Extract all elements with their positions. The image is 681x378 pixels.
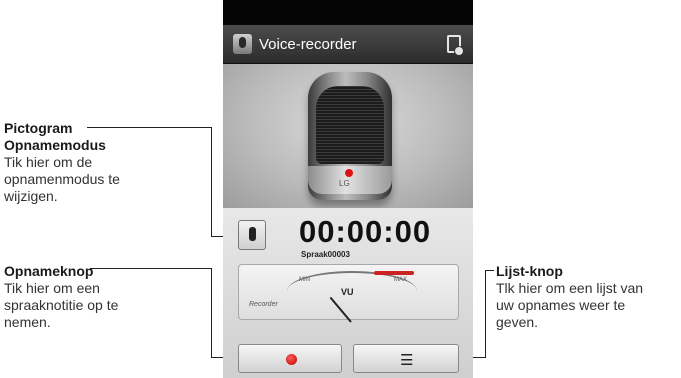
recording-filename: Spraak00003: [301, 250, 350, 259]
annotation-mode-title-line1: Pictogram: [4, 120, 73, 136]
annotation-mode-icon: Pictogram Opnamemodus Tik hier om de opn…: [4, 120, 120, 205]
vu-label: VU: [341, 287, 354, 297]
annotation-mode-desc-line1: Tik hier om de: [4, 154, 93, 170]
microphone-band: LG: [308, 166, 392, 194]
title-bar: Voice-recorder: [223, 25, 473, 64]
list-button[interactable]: ☰: [353, 344, 459, 373]
annotation-record-desc-line2: spraaknotitie op te: [4, 297, 119, 313]
annotation-mode-desc-line3: wijzigen.: [4, 188, 58, 204]
vu-red-zone: [374, 271, 414, 275]
vu-meter: MIN MAX VU Recorder: [238, 264, 459, 323]
recording-mode-button[interactable]: [238, 220, 266, 250]
leader-line-record: [90, 268, 211, 269]
voice-recorder-app-icon: [233, 34, 252, 54]
annotation-list-desc-line1: Tlk hier om een lijst van: [496, 280, 644, 296]
annotation-list-button: Lijst-knop Tlk hier om een lijst van uw …: [496, 263, 643, 331]
recording-timer: 00:00:00: [299, 214, 432, 249]
phone-screen: Voice-recorder LG 00:00:00 Spraak00003 M…: [223, 0, 473, 378]
leader-line-list-vertical: [485, 270, 486, 358]
annotation-list-title: Lijst-knop: [496, 263, 563, 279]
annotation-list-desc-line2: uw opnames weer te: [496, 297, 626, 313]
recordings-list-icon[interactable]: [447, 35, 464, 56]
record-dot-icon: [286, 354, 297, 365]
annotation-list-desc-line3: geven.: [496, 314, 539, 330]
list-icon: ☰: [400, 352, 414, 369]
annotation-record-desc-line3: nemen.: [4, 314, 51, 330]
leader-line-mode-vertical: [211, 127, 212, 237]
leader-line-record-vertical: [211, 268, 212, 358]
microphone-icon: LG: [308, 72, 392, 200]
annotation-mode-desc-line2: opnamenmodus te: [4, 171, 120, 187]
annotation-record-desc-line1: Tik hier om een: [4, 280, 100, 296]
status-bar: [223, 0, 473, 25]
microphone-grill: [316, 86, 384, 164]
vu-max-label: MAX: [394, 277, 408, 283]
microphone-brand-logo: LG: [339, 179, 350, 188]
vu-brand-logo: Recorder: [249, 301, 278, 308]
microphone-stage: LG: [223, 64, 473, 208]
leader-line-mode: [87, 127, 211, 128]
annotation-record-title: Opnameknop: [4, 263, 94, 279]
control-panel: 00:00:00 Spraak00003 MIN MAX VU Recorder…: [223, 208, 473, 378]
recording-mode-icon: [249, 227, 256, 241]
app-title: Voice-recorder: [259, 36, 357, 53]
microphone-led: [345, 169, 353, 177]
vu-min-label: MIN: [299, 277, 310, 283]
leader-line-list: [485, 270, 494, 271]
annotation-mode-title-line2: Opnamemodus: [4, 137, 106, 153]
annotation-record-button: Opnameknop Tik hier om een spraaknotitie…: [4, 263, 118, 331]
record-button[interactable]: [238, 344, 342, 373]
